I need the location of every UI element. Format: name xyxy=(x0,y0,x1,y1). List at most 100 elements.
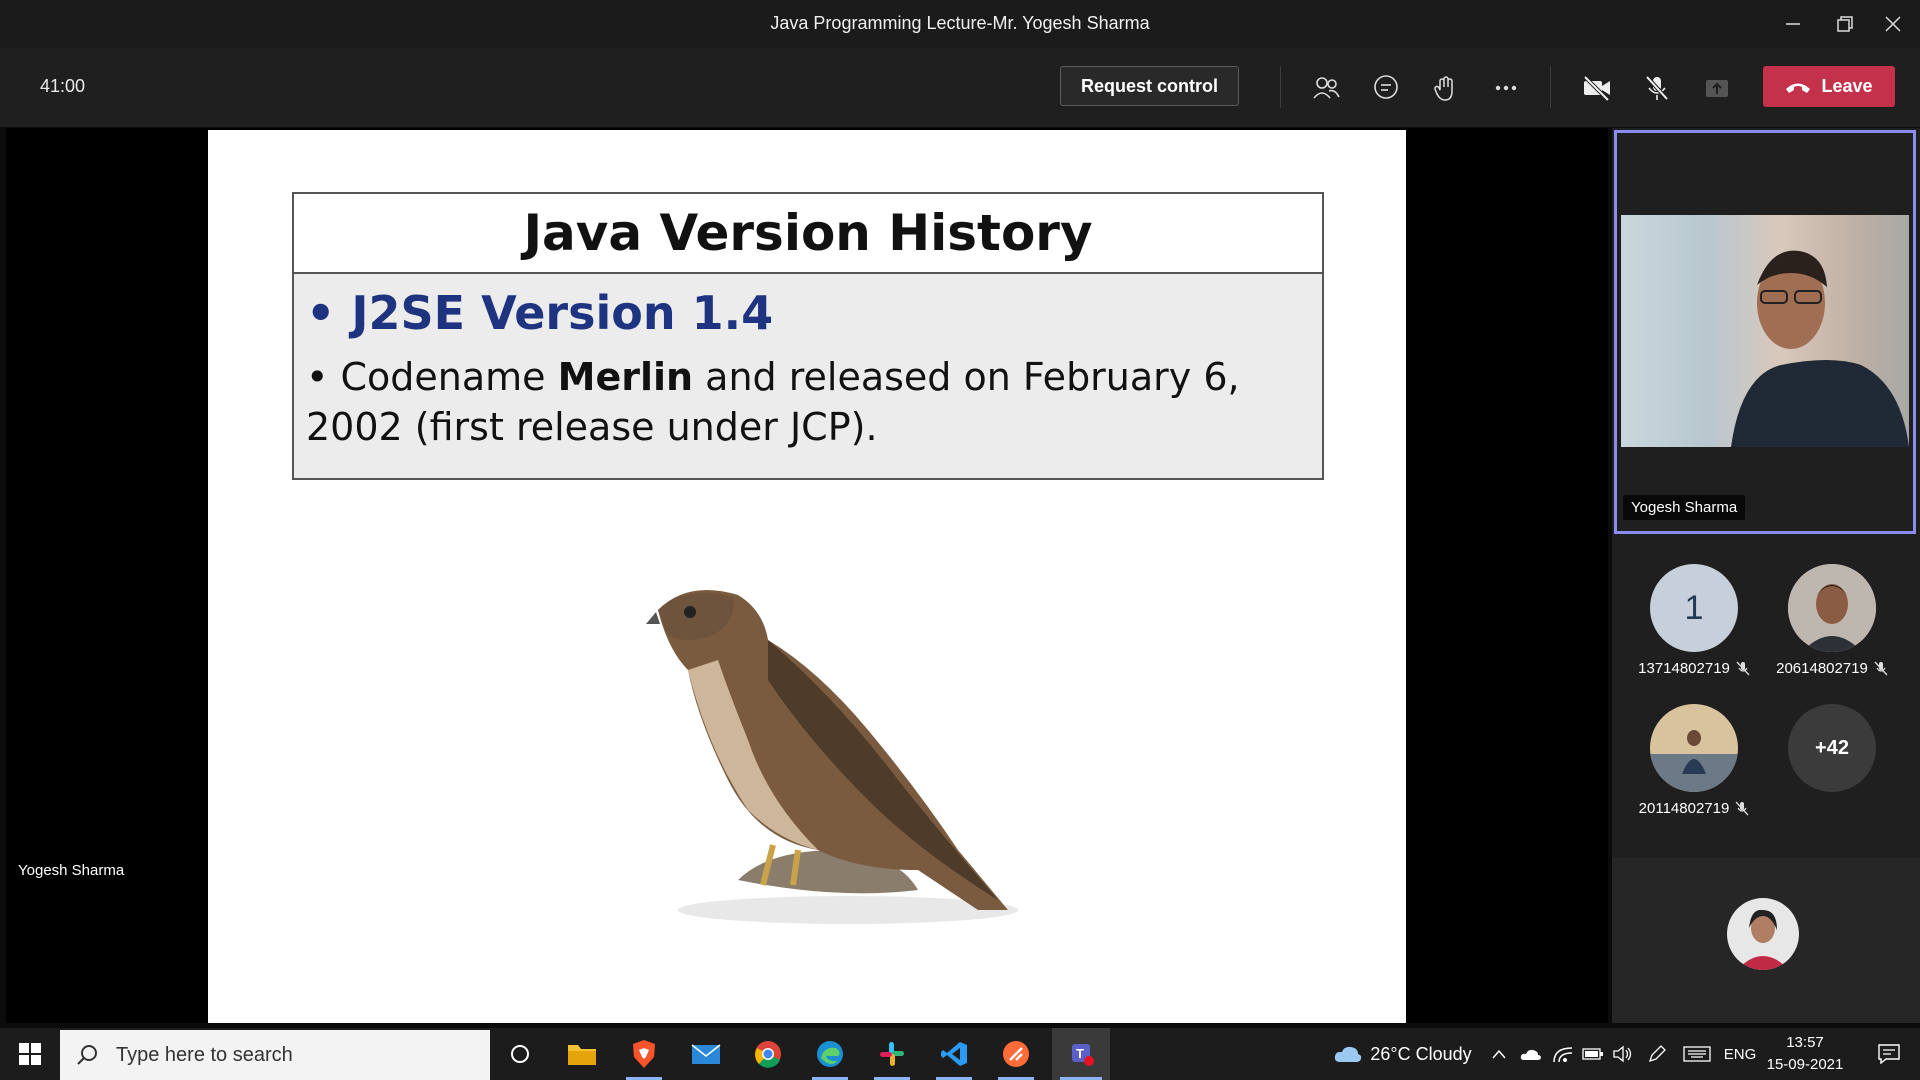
restore-button[interactable] xyxy=(1818,0,1872,48)
video-name-label: Yogesh Sharma xyxy=(1623,495,1746,520)
mic-off-icon xyxy=(1874,661,1888,675)
self-video-tile[interactable] xyxy=(1612,858,1920,1023)
chrome-icon xyxy=(755,1041,781,1068)
task-view-button[interactable] xyxy=(494,1028,546,1080)
participant-label: 20114802719 xyxy=(1624,800,1764,817)
camera-off-icon[interactable] xyxy=(1577,68,1617,108)
teams-icon: T xyxy=(1072,1044,1094,1066)
vscode-app[interactable] xyxy=(928,1028,980,1080)
onedrive-tray[interactable] xyxy=(1518,1028,1544,1080)
vscode-icon xyxy=(941,1042,967,1066)
network-tray[interactable] xyxy=(1550,1028,1576,1080)
slide-bullet-version: • J2SE Version 1.4 xyxy=(306,286,774,340)
taskbar-clock[interactable]: 13:57 15-09-2021 xyxy=(1760,1032,1850,1076)
chevron-up-icon xyxy=(1492,1049,1506,1059)
participant-label: 20614802719 xyxy=(1762,660,1902,677)
windows-taskbar: Type here to search T 26°C Cloudy ENG 13… xyxy=(0,1028,1920,1080)
brave-browser-app[interactable] xyxy=(618,1028,670,1080)
search-icon xyxy=(77,1045,97,1065)
merlin-bird-image xyxy=(646,590,1018,924)
participants-panel: Yogesh Sharma 1 13714802719 20614802719 … xyxy=(1612,128,1920,1023)
bullet2-prefix: Codename xyxy=(340,355,558,399)
taskbar-search-box[interactable]: Type here to search xyxy=(60,1030,490,1080)
close-icon xyxy=(1885,16,1901,32)
participant-tile[interactable]: 20114802719 xyxy=(1624,704,1764,817)
windows-icon xyxy=(19,1043,41,1065)
postman-app[interactable] xyxy=(990,1028,1042,1080)
slide-title: Java Version History xyxy=(294,194,1322,274)
bullet2-bold: Merlin xyxy=(557,355,694,399)
svg-text:T: T xyxy=(1076,1046,1084,1061)
avatar xyxy=(1650,704,1738,792)
avatar xyxy=(1727,898,1799,970)
pen-icon xyxy=(1648,1045,1666,1063)
meeting-timer: 41:00 xyxy=(40,76,86,96)
avatar xyxy=(1788,564,1876,652)
title-bar: Java Programming Lecture-Mr. Yogesh Shar… xyxy=(0,0,1920,48)
edge-icon xyxy=(817,1041,843,1067)
start-button[interactable] xyxy=(0,1028,60,1080)
more-participants-count: +42 xyxy=(1788,704,1876,792)
teams-app[interactable]: T xyxy=(1052,1028,1110,1080)
people-icon[interactable] xyxy=(1306,68,1346,108)
participant-label: 13714802719 xyxy=(1624,660,1764,677)
participant-tile[interactable]: 1 13714802719 xyxy=(1624,564,1764,677)
pen-tray[interactable] xyxy=(1644,1028,1670,1080)
leave-label: Leave xyxy=(1821,76,1873,96)
cloud-icon xyxy=(1335,1046,1362,1062)
onedrive-icon xyxy=(1520,1049,1541,1060)
more-icon[interactable] xyxy=(1486,68,1526,108)
volume-tray[interactable] xyxy=(1610,1028,1636,1080)
more-participants-tile[interactable]: +42 xyxy=(1762,704,1902,792)
search-placeholder: Type here to search xyxy=(116,1043,293,1066)
participant-id: 20114802719 xyxy=(1638,800,1730,817)
notifications-button[interactable] xyxy=(1864,1028,1914,1080)
show-hidden-icons-button[interactable] xyxy=(1488,1028,1510,1080)
weather-widget[interactable]: 26°C Cloudy xyxy=(1328,1028,1478,1080)
speaker-icon xyxy=(1613,1045,1632,1063)
avatar: 1 xyxy=(1650,564,1738,652)
mic-off-icon xyxy=(1735,801,1749,815)
participant-id: 13714802719 xyxy=(1638,660,1730,677)
participant-tile[interactable]: 20614802719 xyxy=(1762,564,1902,677)
meeting-toolbar: 41:00 Request control Leave xyxy=(0,48,1920,127)
file-explorer-app[interactable] xyxy=(556,1028,608,1080)
slack-app[interactable] xyxy=(866,1028,918,1080)
folder-icon xyxy=(568,1045,596,1065)
slack-icon xyxy=(880,1042,904,1066)
cortana-icon xyxy=(511,1045,529,1063)
battery-icon xyxy=(1582,1048,1603,1060)
presentation-slide: Java Version History • J2SE Version 1.4 … xyxy=(208,130,1406,1023)
share-tray-icon[interactable] xyxy=(1697,68,1737,108)
presenter-video-tile[interactable]: Yogesh Sharma xyxy=(1614,130,1916,534)
mail-app[interactable] xyxy=(680,1028,732,1080)
clock-date: 15-09-2021 xyxy=(1766,1056,1844,1073)
presenter-video xyxy=(1621,215,1909,447)
leave-button[interactable]: Leave xyxy=(1763,66,1895,107)
raise-hand-icon[interactable] xyxy=(1426,68,1466,108)
clock-time: 13:57 xyxy=(1786,1034,1824,1051)
request-control-button[interactable]: Request control xyxy=(1060,66,1239,106)
battery-tray[interactable] xyxy=(1580,1028,1606,1080)
presenter-name-label: Yogesh Sharma xyxy=(18,862,125,879)
language-text: ENG xyxy=(1723,1045,1757,1063)
touch-keyboard-tray[interactable] xyxy=(1680,1028,1714,1080)
chrome-app[interactable] xyxy=(742,1028,794,1080)
toolbar-divider xyxy=(1280,66,1281,108)
postman-icon xyxy=(1003,1041,1029,1067)
chat-icon[interactable] xyxy=(1366,68,1406,108)
phone-icon xyxy=(1786,83,1811,93)
minimize-button[interactable] xyxy=(1766,0,1820,48)
edge-app[interactable] xyxy=(804,1028,856,1080)
language-indicator[interactable]: ENG xyxy=(1720,1028,1760,1080)
restore-icon xyxy=(1837,16,1853,32)
participant-id: 20614802719 xyxy=(1776,660,1868,677)
notification-icon xyxy=(1878,1044,1900,1064)
minimize-icon xyxy=(1786,23,1800,25)
slide-content-box: Java Version History • J2SE Version 1.4 … xyxy=(292,192,1324,480)
mail-icon xyxy=(691,1044,721,1064)
toolbar-divider xyxy=(1550,66,1551,108)
close-button[interactable] xyxy=(1866,0,1920,48)
mic-off-icon[interactable] xyxy=(1637,68,1677,108)
brave-icon xyxy=(633,1040,655,1068)
